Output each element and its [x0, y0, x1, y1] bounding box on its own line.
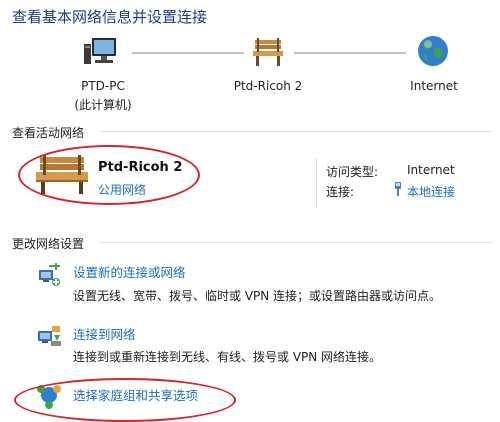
- connect-to-network-desc: 连接到或重新连接到无线、有线、拨号或 VPN 网络连接。: [73, 350, 382, 364]
- connect-to-network-link[interactable]: 连接到网络: [73, 324, 136, 343]
- section-divider: [100, 242, 492, 243]
- node-sublabel-computer: (此计算机): [74, 98, 132, 112]
- active-networks-heading: 查看活动网络: [12, 126, 85, 140]
- node-label-computer: PTD-PC: [81, 79, 125, 93]
- network-map: PTD-PC (此计算机) Ptd-Ricoh 2 Internet: [0, 0, 500, 112]
- annotation-oval: [18, 145, 200, 205]
- computer-icon[interactable]: [82, 34, 122, 70]
- new-connection-icon[interactable]: [36, 262, 62, 288]
- change-settings-heading: 更改网络设置: [12, 237, 85, 251]
- bench-network-icon[interactable]: [250, 36, 286, 68]
- connector-line: [294, 52, 406, 54]
- setup-new-connection-link[interactable]: 设置新的连接或网络: [73, 262, 186, 281]
- connection-label: 连接:: [326, 185, 355, 199]
- connection-link[interactable]: 本地连接: [407, 183, 455, 200]
- ethernet-plug-icon: [392, 181, 404, 197]
- node-label-internet: Internet: [410, 79, 458, 93]
- connect-network-icon[interactable]: [36, 323, 62, 349]
- vertical-divider: [316, 158, 317, 208]
- connector-line: [132, 52, 244, 54]
- access-type-label: 访问类型:: [326, 165, 379, 179]
- section-divider: [100, 131, 492, 132]
- setup-new-connection-desc: 设置无线、宽带、拨号、临时或 VPN 连接；或设置路由器或访问点。: [73, 289, 442, 303]
- globe-icon[interactable]: [416, 34, 450, 68]
- annotation-oval: [14, 378, 236, 422]
- node-label-network: Ptd-Ricoh 2: [233, 79, 303, 93]
- access-type-value: Internet: [407, 163, 455, 177]
